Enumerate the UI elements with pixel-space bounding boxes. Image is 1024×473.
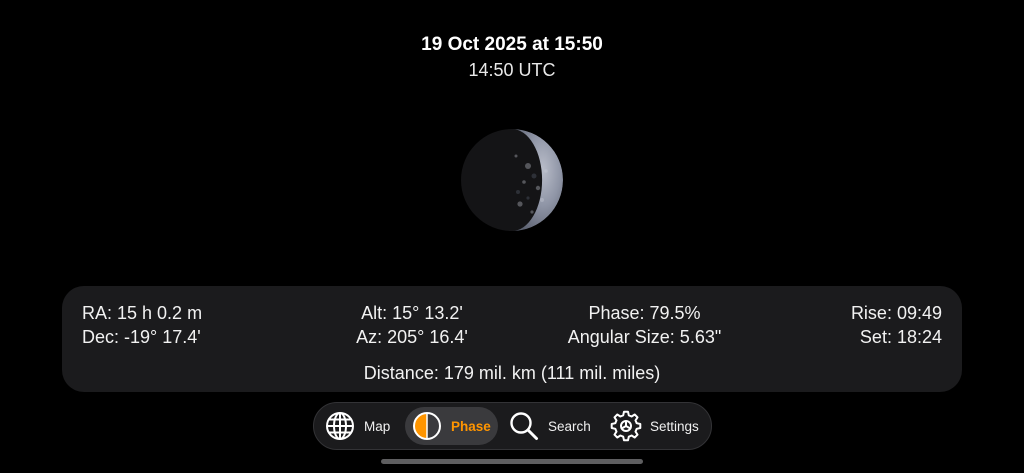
tab-settings-label: Settings xyxy=(650,418,699,434)
altitude: Alt: 15° 13.2' xyxy=(361,303,463,323)
magnifier-icon xyxy=(510,412,538,440)
half-circle-icon xyxy=(413,412,441,440)
tab-map-label: Map xyxy=(364,418,391,434)
right-ascension: RA: 15 h 0.2 m xyxy=(82,303,203,323)
planet-phase-image xyxy=(461,129,563,231)
local-datetime: 19 Oct 2025 at 15:50 xyxy=(421,34,603,55)
tab-search-label: Search xyxy=(548,418,591,434)
tab-phase[interactable]: Phase xyxy=(405,407,498,445)
planet-phase-view xyxy=(458,126,566,234)
distance: Distance: 179 mil. km (111 mil. miles) xyxy=(363,363,661,383)
home-indicator[interactable] xyxy=(381,459,643,464)
tab-phase-label: Phase xyxy=(451,418,491,434)
utc-time: 14:50 UTC xyxy=(468,60,556,80)
tab-settings[interactable]: Settings xyxy=(608,407,708,445)
date-header: 19 Oct 2025 at 15:50 14:50 UTC xyxy=(0,32,1024,82)
rise-time: Rise: 09:49 xyxy=(850,303,942,323)
tab-bar: Map Phase Search Settings xyxy=(313,402,712,450)
tab-search[interactable]: Search xyxy=(506,407,600,445)
gear-icon xyxy=(610,410,642,442)
tab-map[interactable]: Map xyxy=(322,407,404,445)
set-time: Set: 18:24 xyxy=(859,327,942,347)
azimuth: Az: 205° 16.4' xyxy=(356,327,468,347)
angular-size: Angular Size: 5.63" xyxy=(567,327,722,347)
declination: Dec: -19° 17.4' xyxy=(82,327,201,347)
phase-percent: Phase: 79.5% xyxy=(588,303,701,323)
globe-icon xyxy=(326,412,354,440)
planet-info-panel: RA: 15 h 0.2 m Dec: -19° 17.4' Alt: 15° … xyxy=(62,286,962,392)
